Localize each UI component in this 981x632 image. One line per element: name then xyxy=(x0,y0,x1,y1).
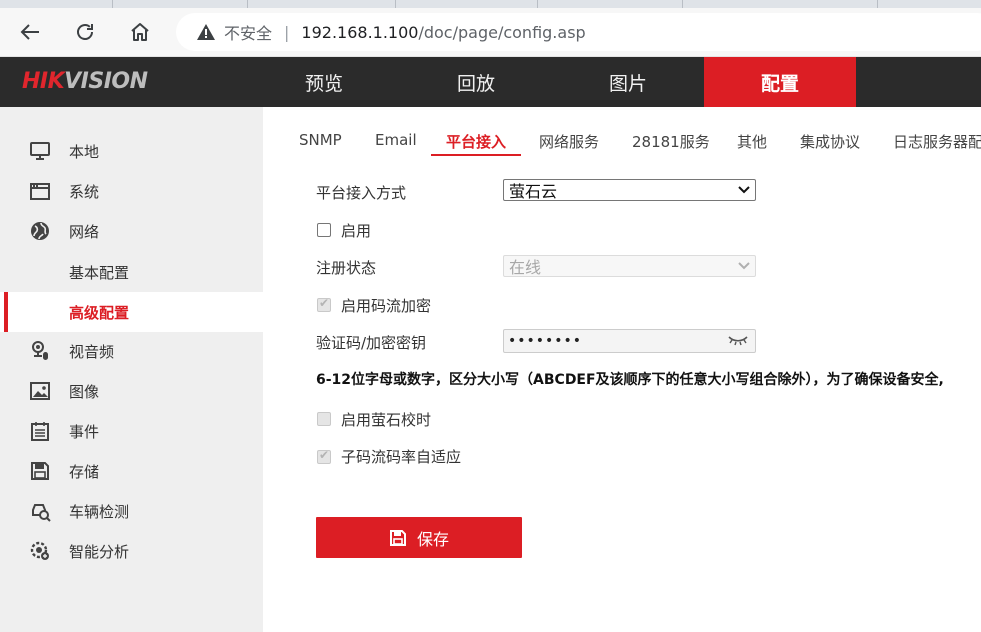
gear-camera-icon xyxy=(28,539,52,563)
reload-button[interactable] xyxy=(70,17,100,47)
back-arrow-icon xyxy=(20,24,39,40)
sidebar-item-advanced-config[interactable]: 高级配置 xyxy=(0,292,263,332)
sidebar: 本地 系统 网络 基本配置 高级配置 视音频 图像 事件 存储 车辆检测 智能分… xyxy=(0,107,263,632)
hikvision-logo: HIKVISION xyxy=(22,69,148,94)
sidebar-item-label: 存储 xyxy=(69,462,100,481)
sidebar-item-label: 图像 xyxy=(69,382,100,401)
window-icon xyxy=(28,179,52,203)
security-label: 不安全 xyxy=(224,24,273,43)
sidebar-item-label: 高级配置 xyxy=(69,303,130,322)
verify-key-value: •••••••• xyxy=(508,333,583,349)
calendar-icon xyxy=(28,419,52,443)
stream-encryption-checkbox xyxy=(317,296,331,312)
substream-adaptive-label: 子码流码率自适应 xyxy=(341,448,462,466)
verify-key-input[interactable]: •••••••• xyxy=(503,329,756,353)
tab-snmp[interactable]: SNMP xyxy=(299,131,342,149)
reload-icon xyxy=(77,24,93,40)
monitor-icon xyxy=(28,139,52,163)
registration-status-select: 在线 xyxy=(503,255,756,277)
access-mode-value: 萤石云 xyxy=(509,182,558,201)
nav-configuration[interactable]: 配置 xyxy=(704,57,856,107)
eye-closed-icon[interactable] xyxy=(727,332,749,352)
access-mode-select[interactable]: 萤石云 xyxy=(503,179,756,201)
sidebar-item-label: 智能分析 xyxy=(69,542,130,561)
home-icon xyxy=(131,23,149,41)
tab-log-server[interactable]: 日志服务器配 xyxy=(893,131,981,152)
sidebar-item-storage[interactable]: 存储 xyxy=(0,451,263,491)
tab-email[interactable]: Email xyxy=(375,131,417,149)
address-separator: | xyxy=(284,22,290,42)
address-bar[interactable]: 不安全 | 192.168.1.100/doc/page/config.asp xyxy=(176,13,981,51)
sidebar-item-label: 本地 xyxy=(69,142,100,161)
enable-checkbox[interactable] xyxy=(317,223,331,237)
image-icon xyxy=(28,379,52,403)
sidebar-item-video-audio[interactable]: 视音频 xyxy=(0,331,263,371)
sidebar-item-label: 系统 xyxy=(69,182,100,201)
home-button[interactable] xyxy=(125,17,155,47)
tab-platform-access[interactable]: 平台接入 xyxy=(446,131,506,152)
url-host: 192.168.1.100 xyxy=(301,22,419,42)
floppy-icon xyxy=(389,529,407,547)
browser-tabstrip xyxy=(0,0,981,8)
url-path: /doc/page/config.asp xyxy=(418,22,586,42)
tab-network-service[interactable]: 网络服务 xyxy=(539,131,599,152)
registration-status-value: 在线 xyxy=(509,258,542,277)
save-label: 保存 xyxy=(416,529,449,549)
access-mode-label: 平台接入方式 xyxy=(316,184,407,202)
app-header: HIKVISION 预览 回放 图片 配置 xyxy=(0,57,981,107)
tab-integration-protocol[interactable]: 集成协议 xyxy=(800,131,860,152)
registration-status-label: 注册状态 xyxy=(316,259,377,277)
sidebar-item-event[interactable]: 事件 xyxy=(0,411,263,451)
sidebar-item-vehicle-detection[interactable]: 车辆检测 xyxy=(0,491,263,531)
sidebar-item-image[interactable]: 图像 xyxy=(0,371,263,411)
sidebar-item-system[interactable]: 系统 xyxy=(0,171,263,211)
config-tabs: SNMP Email 平台接入 网络服务 28181服务 其他 集成协议 日志服… xyxy=(263,107,981,159)
camera-mic-icon xyxy=(28,339,52,363)
nav-picture[interactable]: 图片 xyxy=(552,57,704,107)
sidebar-item-label: 基本配置 xyxy=(69,263,130,282)
ezviz-time-sync-label: 启用萤石校时 xyxy=(341,411,432,429)
ezviz-time-sync-checkbox xyxy=(317,412,331,426)
warning-icon xyxy=(197,24,215,40)
nav-preview[interactable]: 预览 xyxy=(248,57,400,107)
tab-28181-service[interactable]: 28181服务 xyxy=(632,131,710,152)
browser-toolbar: 不安全 | 192.168.1.100/doc/page/config.asp xyxy=(0,0,981,57)
chevron-down-icon xyxy=(737,256,751,276)
chevron-down-icon xyxy=(737,180,751,200)
tab-other[interactable]: 其他 xyxy=(737,131,767,152)
sidebar-item-label: 网络 xyxy=(69,222,100,241)
verify-key-label: 验证码/加密密钥 xyxy=(316,334,427,352)
sidebar-item-label: 视音频 xyxy=(69,342,115,361)
sidebar-item-network[interactable]: 网络 xyxy=(0,211,263,251)
back-button[interactable] xyxy=(15,17,45,47)
sidebar-item-local[interactable]: 本地 xyxy=(0,131,263,171)
globe-icon xyxy=(28,219,52,243)
password-hint: 6-12位字母或数字，区分大小写（ABCDEF及该顺序下的任意大小写组合除外），… xyxy=(316,372,944,388)
sidebar-item-label: 车辆检测 xyxy=(69,502,130,521)
sidebar-item-smart-analysis[interactable]: 智能分析 xyxy=(0,531,263,571)
enable-label: 启用 xyxy=(341,222,372,240)
top-nav: 预览 回放 图片 配置 xyxy=(248,57,856,107)
active-tab-underline xyxy=(431,154,521,156)
car-search-icon xyxy=(28,499,52,523)
nav-playback[interactable]: 回放 xyxy=(400,57,552,107)
substream-adaptive-checkbox xyxy=(317,448,331,464)
save-button[interactable]: 保存 xyxy=(316,517,522,558)
sidebar-item-label: 事件 xyxy=(69,422,100,441)
sidebar-item-basic-config[interactable]: 基本配置 xyxy=(0,252,263,292)
stream-encryption-label: 启用码流加密 xyxy=(341,297,432,315)
floppy-icon xyxy=(28,459,52,483)
